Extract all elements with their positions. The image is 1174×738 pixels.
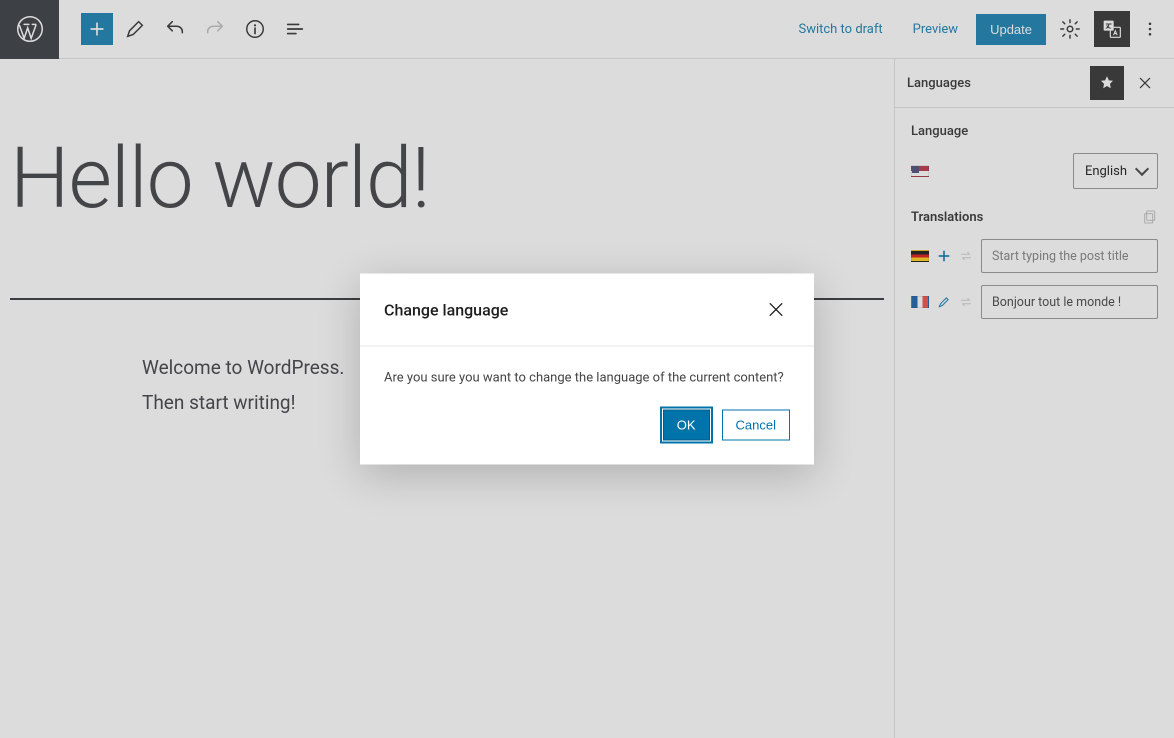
translate-icon [1102, 19, 1122, 39]
flag-de-icon [911, 250, 929, 262]
change-language-modal: Change language Are you sure you want to… [360, 274, 814, 465]
add-translation-button[interactable] [937, 249, 951, 263]
translation-row-french: Bonjour tout le monde ! [911, 285, 1158, 319]
wordpress-logo[interactable] [0, 0, 59, 59]
close-icon [1137, 75, 1153, 91]
language-current-row: English [911, 153, 1158, 189]
copy-icon[interactable] [1142, 209, 1158, 225]
pencil-icon [124, 18, 146, 40]
more-options-button[interactable] [1136, 11, 1164, 47]
languages-sidebar: Languages Language English Translations [894, 59, 1174, 738]
update-button[interactable]: Update [976, 14, 1046, 45]
switch-to-draft-button[interactable]: Switch to draft [786, 14, 894, 45]
edit-mode-button[interactable] [117, 11, 153, 47]
undo-button[interactable] [157, 11, 193, 47]
sync-icon [959, 295, 973, 309]
toolbar-left-group [59, 11, 313, 47]
wordpress-icon [16, 15, 44, 43]
modal-message: Are you sure you want to change the lang… [384, 371, 790, 386]
info-icon [244, 18, 266, 40]
translation-row-german: Start typing the post title [911, 239, 1158, 273]
close-icon [766, 300, 786, 320]
pencil-icon [937, 295, 951, 309]
toolbar-right-group: Switch to draft Preview Update [786, 11, 1174, 47]
sidebar-star-button[interactable] [1090, 66, 1124, 100]
sidebar-title: Languages [907, 76, 971, 91]
modal-actions: OK Cancel [360, 410, 814, 465]
language-select[interactable]: English [1073, 153, 1158, 189]
translations-label-text: Translations [911, 210, 983, 225]
flag-fr-icon [911, 296, 929, 308]
gear-icon [1059, 18, 1081, 40]
preview-button[interactable]: Preview [901, 14, 970, 45]
french-title-input[interactable]: Bonjour tout le monde ! [981, 285, 1158, 319]
german-title-input[interactable]: Start typing the post title [981, 239, 1158, 273]
outline-button[interactable] [277, 11, 313, 47]
plus-icon [87, 19, 107, 39]
edit-translation-button[interactable] [937, 295, 951, 309]
translate-panel-button[interactable] [1094, 11, 1130, 47]
star-icon [1098, 74, 1116, 92]
sidebar-close-button[interactable] [1128, 66, 1162, 100]
modal-title: Change language [384, 300, 508, 319]
settings-button[interactable] [1052, 11, 1088, 47]
sync-icon [959, 249, 973, 263]
modal-body: Are you sure you want to change the lang… [360, 347, 814, 410]
editor-toolbar: Switch to draft Preview Update [0, 0, 1174, 59]
cancel-button[interactable]: Cancel [722, 410, 790, 441]
language-label: Language [911, 124, 1158, 139]
modal-close-button[interactable] [762, 296, 790, 324]
sidebar-header: Languages [895, 59, 1174, 108]
add-block-button[interactable] [81, 13, 113, 45]
post-title[interactable]: Hello world! [0, 59, 894, 258]
list-icon [284, 18, 306, 40]
language-select-value: English [1085, 164, 1127, 179]
sidebar-body: Language English Translations Start typi… [895, 108, 1174, 347]
redo-button[interactable] [197, 11, 233, 47]
redo-icon [204, 18, 226, 40]
ok-button[interactable]: OK [663, 410, 710, 441]
info-button[interactable] [237, 11, 273, 47]
plus-icon [937, 249, 951, 263]
translations-label: Translations [911, 209, 1158, 225]
undo-icon [164, 18, 186, 40]
modal-header: Change language [360, 274, 814, 347]
more-vertical-icon [1141, 20, 1159, 38]
flag-us-icon [911, 165, 929, 177]
